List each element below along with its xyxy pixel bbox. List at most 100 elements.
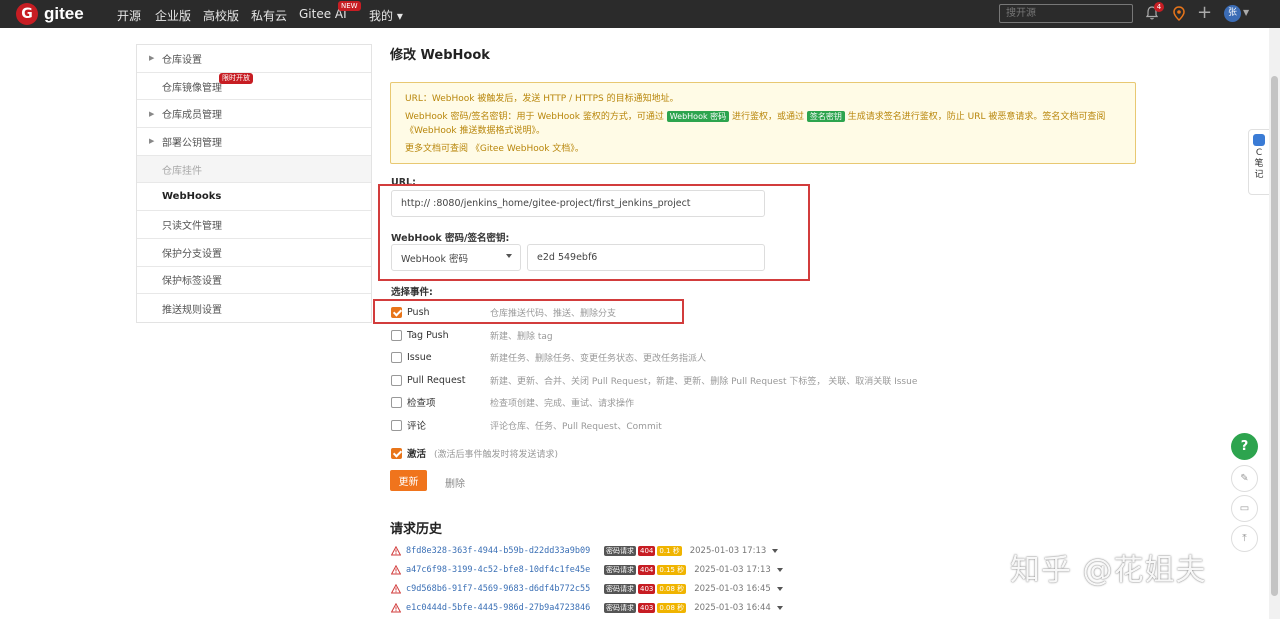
sidebar-item-webhooks[interactable]: WebHooks <box>137 183 371 212</box>
history-row[interactable]: 8fd8e328-363f-4944-b59b-d22dd33a9b09 密码请… <box>391 545 779 557</box>
gitee-logo[interactable]: G gitee <box>16 3 84 25</box>
comment-icon[interactable]: ▭ <box>1231 495 1258 522</box>
notice-line-url: URL：WebHook 被触发后，发送 HTTP / HTTPS 的目标通知地址… <box>405 94 679 104</box>
highlight-box-url <box>378 184 810 281</box>
request-date: 2025-01-03 16:44 <box>694 603 771 613</box>
gitee-logo-icon: G <box>16 3 38 25</box>
warning-icon <box>391 565 401 575</box>
chevron-right-icon: ▶ <box>149 54 155 63</box>
location-pin-icon[interactable] <box>1172 6 1186 21</box>
nav-education[interactable]: 高校版 <box>203 7 239 24</box>
notice-text: 更多文档可查阅 <box>405 144 469 154</box>
scrollbar[interactable] <box>1269 28 1280 619</box>
limited-time-badge: 限时开放 <box>219 72 253 84</box>
history-row[interactable]: a47c6f98-3199-4c52-bfe8-10df4c1fe45e 密码请… <box>391 564 783 576</box>
nav-mine-dropdown[interactable]: 我的 ▾ <box>369 7 403 24</box>
event-checkbox[interactable] <box>391 351 402 363</box>
chevron-right-icon: ▶ <box>149 109 155 118</box>
active-checkbox[interactable] <box>391 447 402 459</box>
webhook-notice: URL：WebHook 被触发后，发送 HTTP / HTTPS 的目标通知地址… <box>390 82 1136 164</box>
event-desc: 评论仓库、任务、Pull Request、Commit <box>490 421 662 432</box>
chevron-down-icon[interactable] <box>776 587 783 591</box>
watermark-text: 知乎 @花姐夫 <box>1010 553 1207 588</box>
event-checkbox[interactable] <box>391 419 402 431</box>
help-button[interactable]: ? <box>1231 433 1258 460</box>
status-code-badge: 404 <box>638 546 656 556</box>
duration-badge: 0.15 秒 <box>657 565 687 575</box>
edit-icon[interactable]: ✎ <box>1231 465 1258 492</box>
event-desc: 新建、删除 tag <box>490 331 553 342</box>
event-checkbox[interactable] <box>391 329 402 341</box>
request-id[interactable]: 8fd8e328-363f-4944-b59b-d22dd33a9b09 <box>406 546 604 556</box>
active-desc: (激活后事件触发时将发送请求) <box>434 449 559 460</box>
event-name: 评论 <box>407 421 427 432</box>
nav-open-source[interactable]: 开源 <box>117 7 141 24</box>
sidebar-item-readonly-files[interactable]: 只读文件管理 <box>137 211 371 239</box>
event-tag-push[interactable]: Tag Push 新建、删除 tag <box>391 328 553 342</box>
scrollbar-thumb[interactable] <box>1271 76 1278 596</box>
sidebar-item-protected-branches[interactable]: 保护分支设置 <box>137 239 371 267</box>
warning-icon <box>391 546 401 556</box>
chevron-down-icon[interactable] <box>776 606 783 610</box>
events-label: 选择事件: <box>391 287 433 298</box>
chevron-down-icon[interactable]: ▼ <box>1243 8 1249 17</box>
update-button[interactable]: 更新 <box>390 470 427 491</box>
webhook-doc-link[interactable]: 《Gitee WebHook 文档》 <box>471 144 575 154</box>
notice-text: 进行鉴权，或通过 <box>732 112 805 122</box>
active-label: 激活 <box>407 449 427 460</box>
sidebar-item-protected-tags[interactable]: 保护标签设置 <box>137 267 371 295</box>
sidebar-item-widgets: 仓库挂件 <box>137 155 371 184</box>
notice-text: 。 <box>535 126 545 136</box>
status-code-badge: 403 <box>638 584 656 594</box>
event-desc: 新建、更新、合并、关闭 Pull Request，新建、更新、删除 Pull R… <box>490 376 918 387</box>
back-to-top-icon[interactable]: ⤒ <box>1231 525 1258 552</box>
event-name: Tag Push <box>407 329 449 341</box>
request-id[interactable]: a47c6f98-3199-4c52-bfe8-10df4c1fe45e <box>406 565 604 575</box>
notice-text: 生成请求签名进行鉴权，防止 URL 被恶意请求。签名文档可查阅 <box>847 112 1106 122</box>
event-issue[interactable]: Issue 新建任务、删除任务、变更任务状态、更改任务指派人 <box>391 350 706 364</box>
request-id[interactable]: c9d568b6-91f7-4569-9683-d6df4b772c55 <box>406 584 604 594</box>
request-date: 2025-01-03 17:13 <box>689 546 767 556</box>
request-date: 2025-01-03 17:13 <box>694 565 771 575</box>
sidebar-item-members[interactable]: ▶ 仓库成员管理 <box>137 100 371 129</box>
nav-private-cloud[interactable]: 私有云 <box>251 7 287 24</box>
sidebar-item-label: 仓库镜像管理 <box>162 82 222 94</box>
event-pull-request[interactable]: Pull Request 新建、更新、合并、关闭 Pull Request，新建… <box>391 373 917 387</box>
event-checkbox[interactable] <box>391 396 402 408</box>
note-plugin-tab[interactable]: C 笔 记 <box>1248 129 1270 195</box>
sidebar-item-deploy-keys[interactable]: ▶ 部署公钥管理 <box>137 128 371 156</box>
sidebar-item-mirror[interactable]: 仓库镜像管理 限时开放 <box>137 72 371 101</box>
notice-line-docs: 更多文档可查阅 《Gitee WebHook 文档》。 <box>405 142 1121 156</box>
search-input[interactable] <box>999 4 1133 23</box>
push-format-doc-link[interactable]: 《WebHook 推送数据格式说明》 <box>405 126 536 136</box>
history-row[interactable]: e1c0444d-5bfe-4445-986d-27b9a4723846 密码请… <box>391 602 783 614</box>
notice-text: 。 <box>574 144 584 154</box>
event-check-run[interactable]: 检查项 检查项创建、完成、重试、请求操作 <box>391 395 634 409</box>
sidebar-item-label: 仓库挂件 <box>162 165 202 177</box>
sidebar-item-repo-settings[interactable]: ▶ 仓库设置 <box>137 45 371 73</box>
history-row[interactable]: c9d568b6-91f7-4569-9683-d6df4b772c55 密码请… <box>391 583 783 595</box>
event-comment[interactable]: 评论 评论仓库、任务、Pull Request、Commit <box>391 418 662 432</box>
chevron-right-icon: ▶ <box>149 137 155 146</box>
signature-key-tag: 签名密钥 <box>806 111 845 122</box>
plus-icon[interactable]: + <box>1197 4 1212 22</box>
note-icon <box>1253 134 1265 146</box>
request-type-badge: 密码请求 <box>604 603 636 613</box>
chevron-down-icon[interactable] <box>772 549 779 553</box>
request-id[interactable]: e1c0444d-5bfe-4445-986d-27b9a4723846 <box>406 603 604 613</box>
sidebar-item-push-rules[interactable]: 推送规则设置 <box>137 294 371 322</box>
duration-badge: 0.1 秒 <box>657 546 682 556</box>
avatar[interactable]: 张 <box>1224 5 1241 22</box>
request-type-badge: 密码请求 <box>604 546 636 556</box>
note-plugin-label: C 笔 记 <box>1254 148 1264 180</box>
chevron-down-icon[interactable] <box>776 568 783 572</box>
nav-enterprise[interactable]: 企业版 <box>155 7 191 24</box>
settings-sidebar: ▶ 仓库设置 仓库镜像管理 限时开放 ▶ 仓库成员管理 ▶ 部署公钥管理 仓库挂… <box>136 44 372 323</box>
event-checkbox[interactable] <box>391 374 402 386</box>
active-toggle[interactable]: 激活 (激活后事件触发时将发送请求) <box>391 446 558 460</box>
sidebar-item-label: WebHooks <box>162 191 222 203</box>
request-date: 2025-01-03 16:45 <box>694 584 771 594</box>
request-type-badge: 密码请求 <box>604 565 636 575</box>
event-name: Issue <box>407 351 432 363</box>
delete-button[interactable]: 删除 <box>445 475 465 490</box>
